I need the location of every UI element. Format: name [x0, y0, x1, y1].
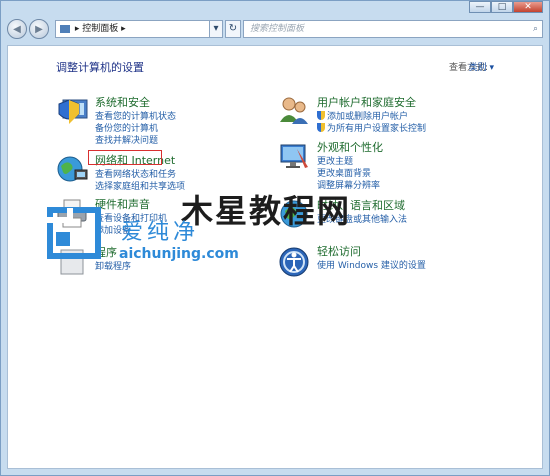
search-placeholder: 搜索控制面板 [250, 24, 305, 34]
aichunjing-logo-icon [47, 207, 101, 259]
navigation-bar: ◀ ▶ ▸ 控制面板 ▸ ▾ ↻ 搜索控制面板 ⌕ [7, 17, 543, 41]
users-icon[interactable] [277, 94, 311, 128]
logo-text: 爱纯净 [121, 220, 200, 245]
network-globe-icon[interactable] [55, 152, 89, 186]
category-heading[interactable]: 系统和安全 [95, 94, 150, 110]
breadcrumb-control-panel[interactable]: 控制面板 [82, 24, 118, 34]
link-parental-controls[interactable]: 为所有用户设置家长控制 [317, 121, 426, 134]
link-homegroup[interactable]: 选择家庭组和共享选项 [95, 179, 185, 192]
close-button[interactable]: ✕ [513, 1, 543, 13]
address-sep-1: ▸ [74, 24, 80, 34]
link-windows-recommended[interactable]: 使用 Windows 建议的设置 [317, 258, 426, 271]
shield-computer-icon[interactable] [55, 94, 89, 128]
link-troubleshoot[interactable]: 查找并解决问题 [95, 133, 158, 146]
category-heading[interactable]: 外观和个性化 [317, 139, 383, 155]
control-panel-window: — □ ✕ ◀ ▶ ▸ 控制面板 ▸ ▾ ↻ 搜索控制面板 ⌕ 调整计算机的设置… [0, 0, 550, 476]
logo-url: aichunjing.com [119, 246, 239, 262]
window-controls: — □ ✕ [469, 1, 543, 13]
maximize-button[interactable]: □ [491, 1, 513, 13]
highlight-box [88, 150, 162, 165]
forward-button[interactable]: ▶ [29, 19, 49, 39]
refresh-button[interactable]: ↻ [225, 20, 241, 38]
control-panel-icon [60, 24, 70, 33]
back-button[interactable]: ◀ [7, 19, 27, 39]
search-input[interactable]: 搜索控制面板 ⌕ [243, 20, 543, 38]
category-heading[interactable]: 轻松访问 [317, 243, 361, 259]
page-title: 调整计算机的设置 [56, 61, 144, 74]
minimize-button[interactable]: — [469, 1, 491, 13]
display-icon[interactable] [277, 139, 311, 173]
watermark-text: 木星教程网 [181, 192, 352, 230]
address-sep-2: ▸ [121, 24, 126, 34]
search-icon[interactable]: ⌕ [533, 21, 538, 37]
category-heading[interactable]: 用户帐户和家庭安全 [317, 94, 416, 110]
ease-access-icon[interactable] [277, 245, 311, 279]
address-dropdown-button[interactable]: ▾ [209, 20, 223, 38]
address-bar[interactable]: ▸ 控制面板 ▸ [55, 20, 223, 38]
view-by-dropdown[interactable]: 类别 ▾ [469, 60, 494, 73]
